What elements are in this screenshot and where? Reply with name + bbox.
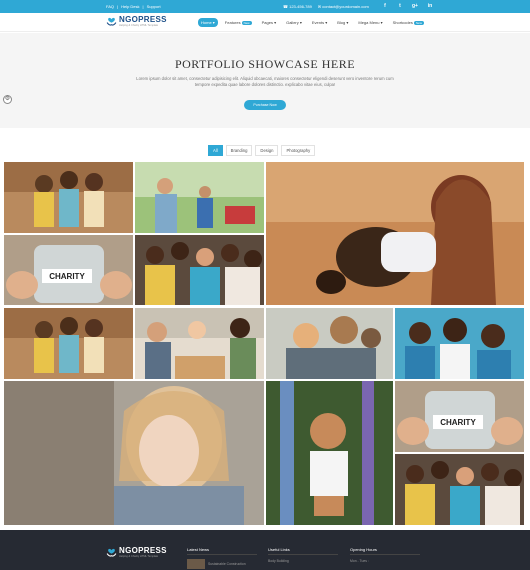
facebook-icon[interactable]: f (381, 2, 389, 10)
footer-logo-name: NGOPRESS (119, 546, 167, 555)
filter-all[interactable]: All (208, 145, 223, 156)
nav-item-pages[interactable]: Pages ▾ (259, 18, 279, 27)
filter-branding[interactable]: Branding (225, 145, 253, 156)
nav-item-shortcodes[interactable]: Shortcodes New (390, 18, 427, 27)
portfolio-item-group-children-2[interactable] (395, 454, 524, 525)
phone-info: ☎ 123-456-789 (283, 4, 312, 9)
portfolio-item-children-smiling-2[interactable] (4, 308, 133, 379)
footer-heading: Useful Links (268, 547, 290, 552)
footer-heading: Latest News (187, 547, 210, 552)
portfolio-item-donation-box[interactable] (135, 308, 264, 379)
divider (187, 554, 257, 555)
portfolio-item-girl-portrait[interactable] (4, 381, 264, 525)
top-bar: FAQ | Help Desk | Support ☎ 123-456-789 … (0, 0, 530, 13)
jar-label: CHARITY (440, 418, 476, 427)
main-nav: Home ▾ Features New Pages ▾ Gallery ▾ Eve… (198, 18, 427, 27)
site-logo[interactable]: NGOPRESS Helping & Charity HTML Template (106, 16, 167, 27)
divider (350, 554, 420, 555)
portfolio-item-group-children[interactable] (135, 235, 264, 305)
hero-description: Lorem ipsum dolor sit amet, consectetur … (136, 76, 394, 87)
faq-link[interactable]: FAQ (106, 4, 114, 9)
footer-heading: Opening Hours (350, 547, 377, 552)
nav-item-features[interactable]: Features New (222, 18, 255, 27)
news-thumbnail[interactable] (187, 559, 205, 569)
phone-number: 123-456-789 (289, 4, 312, 9)
news-link[interactable]: Sustainable Construction (208, 562, 246, 566)
portfolio-item-child-swing[interactable] (266, 381, 393, 525)
footer-opening-hours: Opening Hours Mon - Tues : (350, 547, 420, 563)
hands-heart-icon (106, 548, 117, 557)
footer-useful-links: Useful Links Body Building (268, 547, 338, 563)
phone-icon: ☎ (283, 4, 288, 9)
portfolio-item-cheering-kids[interactable] (395, 308, 524, 379)
nav-item-home[interactable]: Home ▾ (198, 18, 218, 27)
logo-name: NGOPRESS (119, 15, 167, 24)
divider: | (117, 4, 119, 9)
page-hero: ⚙ PORTFOLIO SHOWCASE HERE Lorem ipsum do… (0, 33, 530, 128)
footer-latest-news: Latest News Sustainable Construction (187, 547, 257, 569)
jar-label: CHARITY (49, 272, 85, 281)
portfolio-item-mother-child[interactable] (266, 162, 524, 305)
footer-logo[interactable]: NGOPRESS Helping & Charity HTML Template (106, 547, 167, 558)
portfolio-item-charity-jar-2[interactable]: CHARITY (395, 381, 524, 452)
hands-heart-icon (106, 17, 117, 26)
site-header: NGOPRESS Helping & Charity HTML Template… (0, 13, 530, 32)
nav-item-gallery[interactable]: Gallery ▾ (283, 18, 305, 27)
purchase-now-button[interactable]: Purchase Now (244, 100, 286, 110)
mail-icon: ✉ (317, 4, 322, 9)
site-footer: NGOPRESS Helping & Charity HTML Template… (0, 530, 530, 570)
portfolio-filters: All Branding Design Photography (208, 145, 316, 156)
portfolio-item-volunteers-park[interactable] (135, 162, 264, 233)
support-link[interactable]: Support (147, 4, 161, 9)
page-title: PORTFOLIO SHOWCASE HERE (174, 57, 356, 71)
email-info[interactable]: ✉ contact@yourdomain.com (318, 4, 369, 9)
filter-design[interactable]: Design (255, 145, 279, 156)
portfolio-item-girls-hugging[interactable] (266, 308, 393, 379)
footer-logo-tagline: Helping & Charity HTML Template (119, 555, 159, 558)
portfolio-item-charity-jar[interactable]: CHARITY (4, 235, 133, 305)
twitter-icon[interactable]: t (396, 2, 404, 10)
google-plus-icon[interactable]: g+ (411, 2, 419, 10)
portfolio-item-children-smiling[interactable] (4, 162, 133, 233)
divider: | (142, 4, 144, 9)
divider (268, 554, 338, 555)
footer-link[interactable]: Body Building (268, 559, 289, 563)
linkedin-icon[interactable]: in (426, 2, 434, 10)
help-desk-link[interactable]: Help Desk (121, 4, 139, 9)
new-badge: New (413, 21, 424, 25)
filter-photography[interactable]: Photography (281, 145, 316, 156)
settings-gear-icon[interactable]: ⚙ (3, 95, 12, 104)
new-badge: New (241, 21, 252, 25)
nav-item-events[interactable]: Events ▾ (309, 18, 330, 27)
nav-item-blog[interactable]: Blog ▾ (334, 18, 351, 27)
logo-tagline: Helping & Charity HTML Template (119, 24, 159, 27)
email-address[interactable]: contact@yourdomain.com (322, 4, 369, 9)
hours-row: Mon - Tues : (350, 559, 369, 563)
nav-item-mega-menu[interactable]: Mega Menu ▾ (355, 18, 385, 27)
